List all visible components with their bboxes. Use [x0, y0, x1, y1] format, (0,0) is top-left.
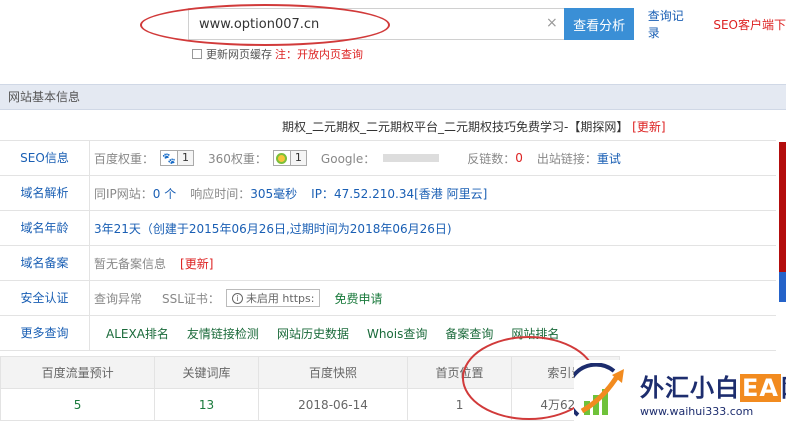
same-ip-value[interactable]: 0 个 [153, 185, 176, 202]
age-label: 域名年龄 [0, 211, 90, 245]
seo-row: SEO信息 百度权重： 🐾 1 360权重： 1 Google： 反链数： 0 … [0, 141, 776, 176]
age-value: 3年21天（创建于2015年06月26日,过期时间为2018年06月26日) [94, 221, 452, 236]
ip-value[interactable]: 47.52.210.34[香港 阿里云] [334, 185, 487, 202]
icp-query-link[interactable]: 备案查询 [445, 325, 493, 342]
watermark-title: 外汇小白EA网 [640, 374, 786, 402]
stats-header: 百度快照 [257, 356, 409, 389]
security-check-status: 查询异常 [94, 291, 143, 306]
search-bar: × 查看分析 查询记录 SEO客户端下 [188, 8, 786, 40]
icp-update-link[interactable]: [更新] [180, 255, 213, 272]
same-ip-label: 同IP网站： [94, 186, 153, 201]
stats-cell-keywords[interactable]: 13 [154, 388, 259, 421]
info-table: SEO信息 百度权重： 🐾 1 360权重： 1 Google： 反链数： 0 … [0, 140, 776, 351]
watermark-logo-icon [565, 362, 638, 423]
baidu-weight-badge[interactable]: 🐾 1 [160, 150, 195, 166]
side-ad[interactable] [779, 142, 786, 302]
seo-label: SEO信息 [0, 141, 90, 175]
friend-link-check[interactable]: 友情链接检测 [187, 325, 259, 342]
security-row: 安全认证 查询异常 SSL证书： i 未启用 https: 免费申请 [0, 281, 776, 316]
dns-label: 域名解析 [0, 176, 90, 210]
response-label: 响应时间： [190, 186, 251, 201]
stats-header: 首页位置 [407, 356, 512, 389]
section-header: 网站基本信息 [0, 84, 786, 110]
cache-checkbox-label[interactable]: 更新网页缓存 [206, 46, 272, 62]
more-row: 更多查询 ALEXA排名 友情链接检测 网站历史数据 Whois查询 备案查询 … [0, 316, 776, 351]
cache-note: 注：开放内页查询 [275, 48, 363, 61]
outlinks-label: 出站链接： [536, 151, 597, 166]
stats-header: 关键词库 [154, 356, 259, 389]
response-value: 305毫秒 [250, 186, 298, 201]
site-title-update-link[interactable]: [更新] [632, 120, 665, 134]
cache-checkbox[interactable] [192, 49, 202, 59]
icp-label: 域名备案 [0, 246, 90, 280]
whois-link[interactable]: Whois查询 [367, 325, 427, 342]
age-row: 域名年龄 3年21天（创建于2015年06月26日,过期时间为2018年06月2… [0, 211, 776, 246]
stats-header: 百度流量预计 [0, 356, 156, 389]
info-icon: i [231, 292, 243, 304]
baidu-weight-label: 百度权重： [94, 151, 155, 166]
analyze-button[interactable]: 查看分析 [564, 8, 634, 40]
backlinks-value[interactable]: 0 [515, 151, 523, 165]
google-label: Google： [320, 151, 376, 166]
outlinks-retry-link[interactable]: 重试 [597, 150, 621, 167]
site-rank-link[interactable]: 网站排名 [511, 325, 559, 342]
seo-client-link[interactable]: SEO客户端下 [713, 16, 786, 33]
stats-cell-snapshot: 2018-06-14 [257, 388, 409, 421]
so360-weight-badge[interactable]: 1 [272, 150, 307, 166]
stats-row: 5 13 2018-06-14 1 4万6274 [0, 388, 621, 421]
ssl-label: SSL证书： [162, 291, 220, 306]
history-link[interactable]: 查询记录 [648, 7, 696, 41]
search-input[interactable] [188, 8, 565, 40]
history-data-link[interactable]: 网站历史数据 [277, 325, 349, 342]
site-title-text: 期权_二元期权_二元期权平台_二元期权技巧免费学习-【期探网】 [282, 120, 629, 134]
dns-row: 域名解析 同IP网站： 0 个 响应时间： 305毫秒 IP： 47.52.21… [0, 176, 776, 211]
cache-option: 更新网页缓存 注：开放内页查询 [192, 46, 363, 62]
google-pr-bar [383, 154, 440, 162]
icp-row: 域名备案 暂无备案信息 [更新] [0, 246, 776, 281]
ip-label: IP： [311, 186, 334, 201]
so360-icon [274, 151, 290, 165]
backlinks-label: 反链数： [467, 151, 516, 166]
stats-cell-traffic[interactable]: 5 [0, 388, 156, 421]
clear-icon[interactable]: × [546, 15, 558, 31]
icp-value: 暂无备案信息 [94, 256, 167, 271]
so360-weight-label: 360权重： [208, 151, 267, 166]
more-label: 更多查询 [0, 316, 90, 350]
stats-cell-homepage-position: 1 [407, 388, 512, 421]
stats-header-row: 百度流量预计 关键词库 百度快照 首页位置 索引量 [0, 356, 621, 389]
watermark: 外汇小白EA网 www.waihui333.com [565, 360, 786, 426]
security-label: 安全认证 [0, 281, 90, 315]
ssl-badge: i 未启用 https: [225, 289, 321, 307]
ssl-apply-link[interactable]: 免费申请 [334, 290, 382, 307]
alexa-link[interactable]: ALEXA排名 [106, 325, 169, 342]
watermark-url: www.waihui333.com [640, 405, 754, 418]
baidu-paw-icon: 🐾 [162, 151, 176, 165]
stats-table: 百度流量预计 关键词库 百度快照 首页位置 索引量 5 13 2018-06-1… [0, 356, 621, 421]
site-title: 期权_二元期权_二元期权平台_二元期权技巧免费学习-【期探网】 [更新] [282, 118, 666, 135]
